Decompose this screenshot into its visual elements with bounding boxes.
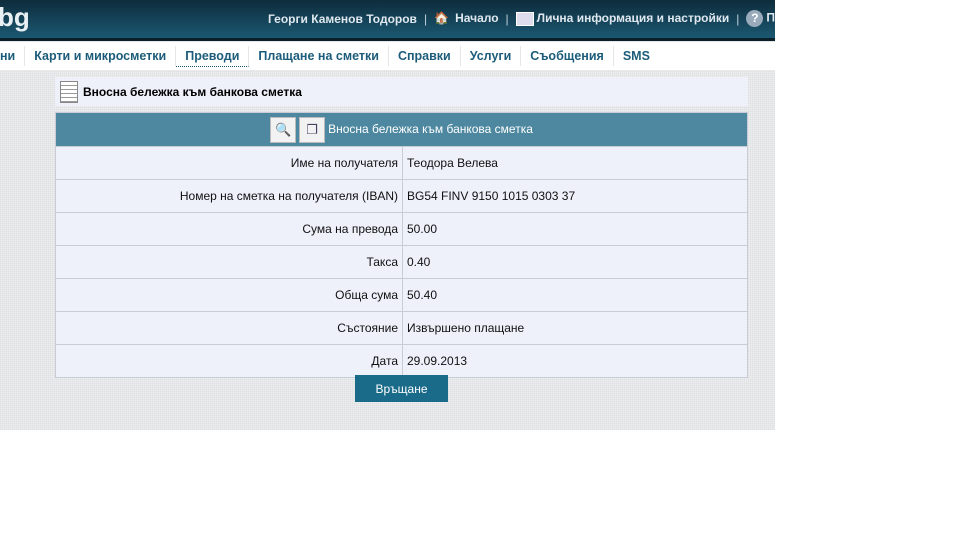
logo[interactable]: bg (0, 2, 30, 33)
table-row: Име на получателя Теодора Велева (55, 146, 748, 180)
back-button[interactable]: Връщане (355, 375, 448, 402)
table-row: Номер на сметка на получателя (IBAN) BG54… (55, 179, 748, 213)
row-value: 50.40 (402, 278, 748, 312)
home-link[interactable]: 🏠 Начало (434, 11, 498, 27)
copy-icon[interactable]: ❐ (299, 116, 326, 143)
home-icon: 🏠 (434, 10, 450, 25)
top-links: Георги Каменов Тодоров | 🏠 Начало | Лична и… (268, 10, 775, 27)
separator: | (423, 11, 428, 26)
row-value: Теодора Велева (402, 146, 748, 180)
nav-item-services[interactable]: Услуги (461, 46, 522, 66)
help-icon: ? (746, 10, 764, 27)
preview-icon[interactable]: 🔍 (270, 116, 297, 143)
help-label: П (766, 10, 775, 25)
row-value: 0.40 (402, 245, 748, 279)
page-title-box: Вносна бележка към банкова сметка (55, 77, 748, 106)
row-label: Име на получателя (55, 146, 403, 180)
row-label: Състояние (55, 311, 403, 345)
row-label: Номер на сметка на получателя (IBAN) (55, 179, 403, 213)
row-value: Извършено плащане (402, 311, 748, 345)
table-row: Обща сума 50.40 (55, 278, 748, 312)
row-label: Сума на превода (55, 212, 403, 246)
row-label: Дата (55, 344, 403, 378)
nav-item[interactable]: ни (0, 46, 26, 66)
app: bg Георги Каменов Тодоров | 🏠 Начало | Личн… (0, 0, 775, 430)
row-label: Обща сума (55, 278, 403, 312)
user-name[interactable]: Георги Каменов Тодоров (268, 12, 417, 26)
main-nav: ни Карти и микросметки Преводи Плащане н… (0, 42, 775, 70)
help-link[interactable]: ? П (746, 10, 775, 27)
row-value: 29.09.2013 (402, 344, 748, 378)
home-label: Начало (455, 10, 499, 25)
details-table: 🔍 ❐ Вносна бележка към банкова сметка Име … (55, 112, 748, 378)
table-row: Състояние Извършено плащане (55, 311, 748, 345)
row-label: Такса (55, 245, 403, 279)
table-row: Сума на превода 50.00 (55, 212, 748, 246)
settings-label: Лична информация и настройки (536, 11, 730, 26)
row-value: 50.00 (402, 212, 748, 246)
table-heading-label: Вносна бележка към банкова сметка (328, 121, 533, 136)
settings-icon (515, 11, 534, 26)
table-row: Дата 29.09.2013 (55, 344, 748, 378)
nav-item-cards[interactable]: Карти и микросметки (25, 46, 177, 66)
document-icon (60, 80, 78, 103)
separator: | (736, 11, 740, 26)
table-row: Такса 0.40 (55, 245, 748, 279)
nav-item-reports[interactable]: Справки (389, 46, 461, 66)
row-value: BG54 FINV 9150 1015 0303 37 (402, 179, 748, 213)
nav-item-sms[interactable]: SMS (614, 46, 659, 66)
nav-item-messages[interactable]: Съобщения (521, 46, 614, 66)
separator: | (505, 11, 509, 26)
nav-item-transfers[interactable]: Преводи (176, 45, 250, 67)
table-heading: 🔍 ❐ Вносна бележка към банкова сметка (55, 112, 748, 147)
nav-item-bills[interactable]: Плащане на сметки (249, 46, 389, 66)
page-title: Вносна бележка към банкова сметка (83, 84, 302, 99)
settings-link[interactable]: Лична информация и настройки (515, 11, 730, 26)
header: bg Георги Каменов Тодоров | 🏠 Начало | Личн… (0, 0, 775, 41)
